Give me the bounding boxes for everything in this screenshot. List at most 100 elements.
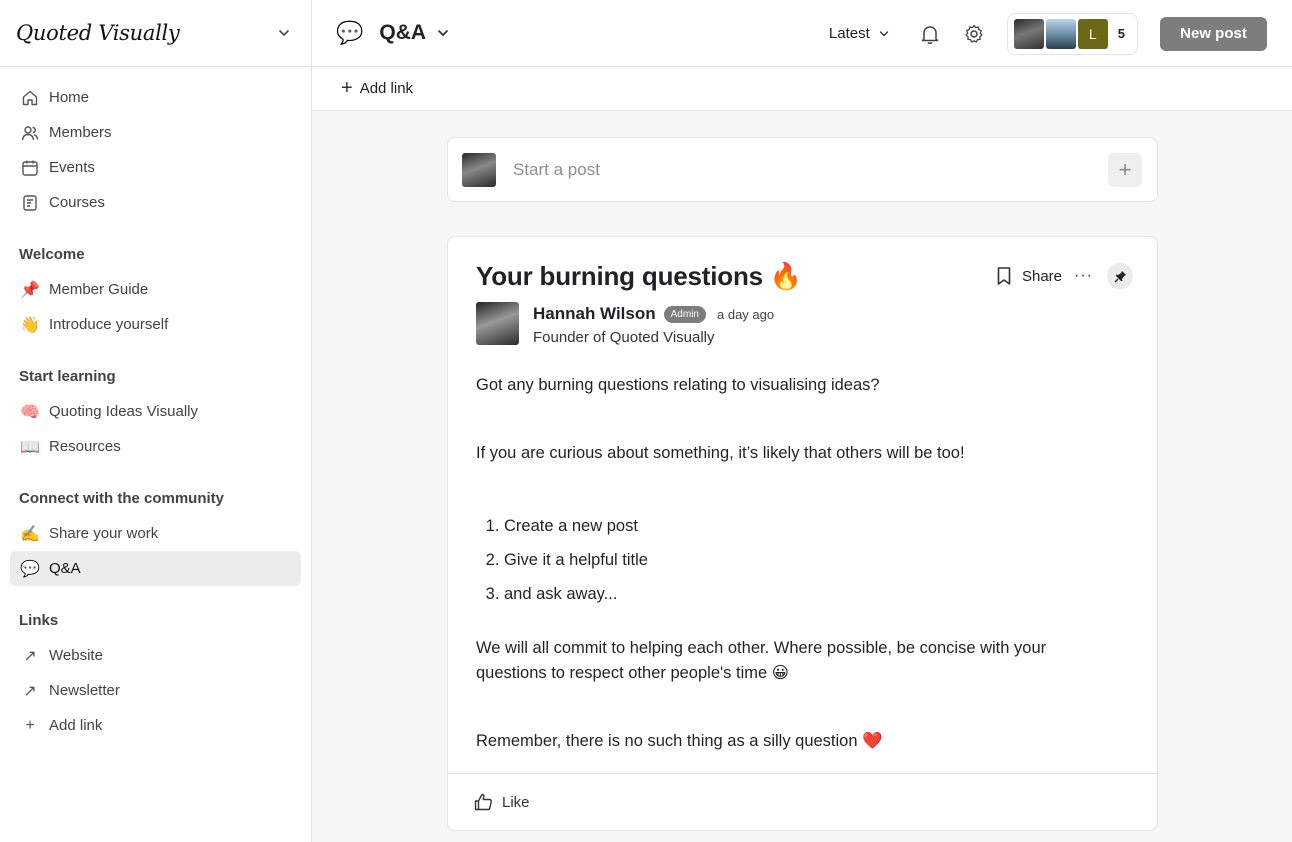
external-link-icon: ↗ xyxy=(23,647,37,665)
external-link-icon: ↗ xyxy=(23,682,37,700)
avatar[interactable] xyxy=(476,302,519,345)
bell-icon xyxy=(921,25,939,44)
admin-badge: Admin xyxy=(663,305,706,323)
post-actions: Share ··· xyxy=(995,263,1133,289)
chevron-down-icon xyxy=(879,30,888,36)
sidebar-item-newsletter[interactable]: ↗ Newsletter xyxy=(10,673,301,708)
section-title-community: Connect with the community xyxy=(19,489,225,507)
avatar: L xyxy=(1077,18,1108,49)
pin-button[interactable] xyxy=(1107,263,1133,289)
sidebar-item-label: Member Guide xyxy=(49,281,149,298)
space-links-bar: + Add link xyxy=(312,67,1292,111)
sidebar-item-qa[interactable]: 💬 Q&A xyxy=(10,551,301,586)
list-item: and ask away... xyxy=(504,577,1116,611)
sidebar-item-label: Events xyxy=(49,159,95,176)
space-title: Q&A xyxy=(379,21,427,44)
section-title-learning: Start learning xyxy=(19,367,116,385)
author-meta: Hannah Wilson Admin a day ago Founder of… xyxy=(533,302,774,346)
settings-button[interactable] xyxy=(962,22,986,46)
composer-add-button[interactable]: + xyxy=(1108,153,1142,187)
notifications-button[interactable] xyxy=(918,22,942,46)
section-title-links: Links xyxy=(19,611,59,629)
top-bar-tools: Latest L 5 New post xyxy=(829,0,1267,67)
book-emoji-icon: 📖 xyxy=(20,438,40,456)
wave-emoji-icon: 👋 xyxy=(20,316,40,334)
sidebar-item-introduce-yourself[interactable]: 👋 Introduce yourself xyxy=(10,307,301,342)
post-paragraph: Remember, there is no such thing as a si… xyxy=(476,732,883,750)
sidebar-item-quoting-ideas[interactable]: 🧠 Quoting Ideas Visually xyxy=(10,394,301,429)
post-timestamp[interactable]: a day ago xyxy=(717,307,774,322)
like-label: Like xyxy=(502,793,530,811)
sidebar-item-label: Introduce yourself xyxy=(49,316,169,333)
sidebar-item-label: Share your work xyxy=(49,525,159,542)
sidebar-item-label: Newsletter xyxy=(49,682,120,699)
post-card: Your burning questions 🔥 Share ··· Hanna… xyxy=(447,236,1158,831)
space-switcher[interactable]: 💬 Q&A xyxy=(336,20,450,46)
list-item: Give it a helpful title xyxy=(504,543,1116,577)
sidebar-item-courses[interactable]: Courses xyxy=(10,185,301,220)
sidebar-item-share-your-work[interactable]: ✍️ Share your work xyxy=(10,516,301,551)
courses-icon xyxy=(20,193,40,213)
writing-hand-emoji-icon: ✍️ xyxy=(20,525,40,543)
sort-label: Latest xyxy=(828,25,870,42)
add-link-label: Add link xyxy=(359,80,414,97)
member-count: 5 xyxy=(1117,26,1125,41)
sort-dropdown[interactable]: Latest xyxy=(829,25,890,42)
calendar-icon xyxy=(20,158,40,178)
post-paragraph: Got any burning questions relating to vi… xyxy=(476,376,880,394)
plus-icon: + xyxy=(25,716,35,734)
more-options-icon[interactable]: ··· xyxy=(1074,267,1093,285)
post-paragraph: We will all commit to helping each other… xyxy=(476,639,1047,682)
gear-icon xyxy=(965,24,983,43)
sidebar: Quoted Visually Home Members Events Cour… xyxy=(0,0,312,842)
sidebar-item-label: Website xyxy=(49,647,103,664)
brain-emoji-icon: 🧠 xyxy=(20,403,40,421)
composer-placeholder: Start a post xyxy=(513,159,600,179)
sidebar-item-member-guide[interactable]: 📌 Member Guide xyxy=(10,272,301,307)
members-avatars-button[interactable]: L 5 xyxy=(1006,12,1138,55)
post-composer[interactable]: Start a post + xyxy=(447,137,1158,202)
sidebar-item-label: Q&A xyxy=(49,560,81,577)
author-name[interactable]: Hannah Wilson xyxy=(533,304,656,324)
sidebar-item-label: Courses xyxy=(49,194,105,211)
sidebar-item-website[interactable]: ↗ Website xyxy=(10,638,301,673)
sidebar-nav: Home Members Events Courses Welcome 📌 Me… xyxy=(0,67,311,743)
sidebar-item-members[interactable]: Members xyxy=(10,115,301,150)
post-paragraph: If you are curious about something, it’s… xyxy=(476,444,965,462)
members-icon xyxy=(20,123,40,143)
chevron-down-icon xyxy=(279,30,289,37)
post-footer: Like xyxy=(448,773,1157,830)
sidebar-item-label: Home xyxy=(49,89,90,106)
top-bar: 💬 Q&A Latest L 5 New post xyxy=(312,0,1292,67)
sidebar-item-add-link[interactable]: + Add link xyxy=(10,708,301,743)
thumbs-up-icon xyxy=(474,793,492,811)
steps-list: Create a new post Give it a helpful titl… xyxy=(476,509,1116,611)
home-icon xyxy=(20,88,40,108)
speech-bubble-emoji-icon: 💬 xyxy=(20,560,40,578)
post-body: Got any burning questions relating to vi… xyxy=(476,373,1116,754)
list-item: Create a new post xyxy=(504,509,1116,543)
community-switcher[interactable]: Quoted Visually xyxy=(0,0,311,67)
plus-icon: + xyxy=(1118,157,1132,182)
section-title-welcome: Welcome xyxy=(19,245,85,263)
author-headline: Founder of Quoted Visually xyxy=(533,329,715,346)
add-link-button[interactable]: + Add link xyxy=(341,77,413,100)
avatar xyxy=(1013,18,1044,49)
sidebar-item-events[interactable]: Events xyxy=(10,150,301,185)
speech-bubble-icon: 💬 xyxy=(336,20,364,45)
chevron-down-icon xyxy=(438,30,448,37)
pushpin-emoji-icon: 📌 xyxy=(20,281,40,299)
post-title[interactable]: Your burning questions 🔥 xyxy=(476,261,802,292)
post-author: Hannah Wilson Admin a day ago Founder of… xyxy=(476,302,774,346)
sidebar-item-home[interactable]: Home xyxy=(10,80,301,115)
plus-icon: + xyxy=(341,77,353,99)
share-button[interactable]: Share xyxy=(1022,268,1062,285)
avatar xyxy=(1045,18,1076,49)
sidebar-item-label: Resources xyxy=(49,438,121,455)
bookmark-icon[interactable] xyxy=(995,266,1013,286)
new-post-button[interactable]: New post xyxy=(1160,16,1267,51)
sidebar-item-resources[interactable]: 📖 Resources xyxy=(10,429,301,464)
avatar xyxy=(462,152,496,187)
like-button[interactable]: Like xyxy=(474,793,530,811)
brand-name: Quoted Visually xyxy=(16,21,180,45)
